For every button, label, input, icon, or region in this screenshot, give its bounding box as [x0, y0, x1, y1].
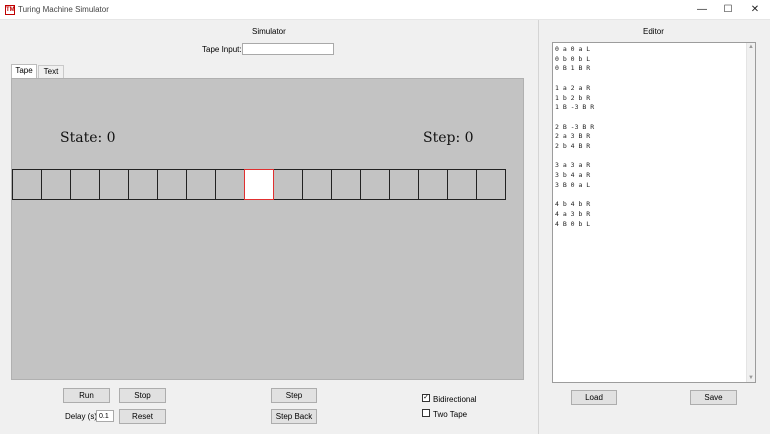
simulator-header: Simulator: [252, 27, 286, 36]
tape-cell-head: [244, 169, 274, 200]
tape-cell: [99, 169, 129, 200]
run-button[interactable]: Run: [63, 388, 110, 403]
maximize-icon[interactable]: ☐: [714, 2, 742, 18]
app-logo-icon: TM: [5, 5, 15, 15]
tape-cell: [302, 169, 332, 200]
tape-input-label: Tape Input:: [202, 45, 242, 54]
bidirectional-checkbox[interactable]: ✓: [422, 394, 430, 402]
tape-cell: [41, 169, 71, 200]
reset-button[interactable]: Reset: [119, 409, 166, 424]
tape-cell: [273, 169, 303, 200]
close-icon[interactable]: ✕: [741, 2, 769, 18]
delay-label: Delay (s): [65, 412, 98, 421]
step-display: Step: 0: [423, 130, 474, 146]
tape-cell: [418, 169, 448, 200]
two-tape-label: Two Tape: [433, 410, 468, 419]
editor-textarea[interactable]: 0 a 0 a L 0 b 0 b L 0 B 1 B R 1 a 2 a R …: [552, 42, 756, 383]
panel-divider: [538, 20, 539, 434]
bidirectional-label: Bidirectional: [433, 395, 477, 404]
tab-tape[interactable]: Tape: [11, 64, 37, 78]
editor-scrollbar[interactable]: ▲ ▼: [746, 43, 755, 382]
delay-input[interactable]: [96, 410, 114, 422]
tape-cell: [12, 169, 42, 200]
title-bar: TM Turing Machine Simulator — ☐ ✕: [0, 0, 770, 20]
tape-cell: [70, 169, 100, 200]
window-title: Turing Machine Simulator: [18, 5, 109, 14]
editor-header: Editor: [643, 27, 664, 36]
tape-cell: [360, 169, 390, 200]
minimize-icon[interactable]: —: [688, 2, 716, 18]
tab-text[interactable]: Text: [38, 65, 64, 78]
tape-cell: [128, 169, 158, 200]
scroll-up-icon[interactable]: ▲: [748, 44, 754, 50]
tape-cell: [157, 169, 187, 200]
tape-cell: [186, 169, 216, 200]
tape-cell: [389, 169, 419, 200]
state-display: State: 0: [60, 130, 116, 146]
tape-canvas: State: 0 Step: 0: [11, 78, 524, 380]
tape-cell: [447, 169, 477, 200]
editor-content: 0 a 0 a L 0 b 0 b L 0 B 1 B R 1 a 2 a R …: [555, 45, 595, 228]
tape: [12, 169, 506, 200]
two-tape-checkbox[interactable]: [422, 409, 430, 417]
step-button[interactable]: Step: [271, 388, 317, 403]
tape-cell: [215, 169, 245, 200]
scroll-down-icon[interactable]: ▼: [748, 375, 754, 381]
save-button[interactable]: Save: [690, 390, 737, 405]
tape-input-field[interactable]: [242, 43, 334, 55]
step-back-button[interactable]: Step Back: [271, 409, 317, 424]
load-button[interactable]: Load: [571, 390, 617, 405]
stop-button[interactable]: Stop: [119, 388, 166, 403]
tape-cell: [331, 169, 361, 200]
tape-cell: [476, 169, 506, 200]
